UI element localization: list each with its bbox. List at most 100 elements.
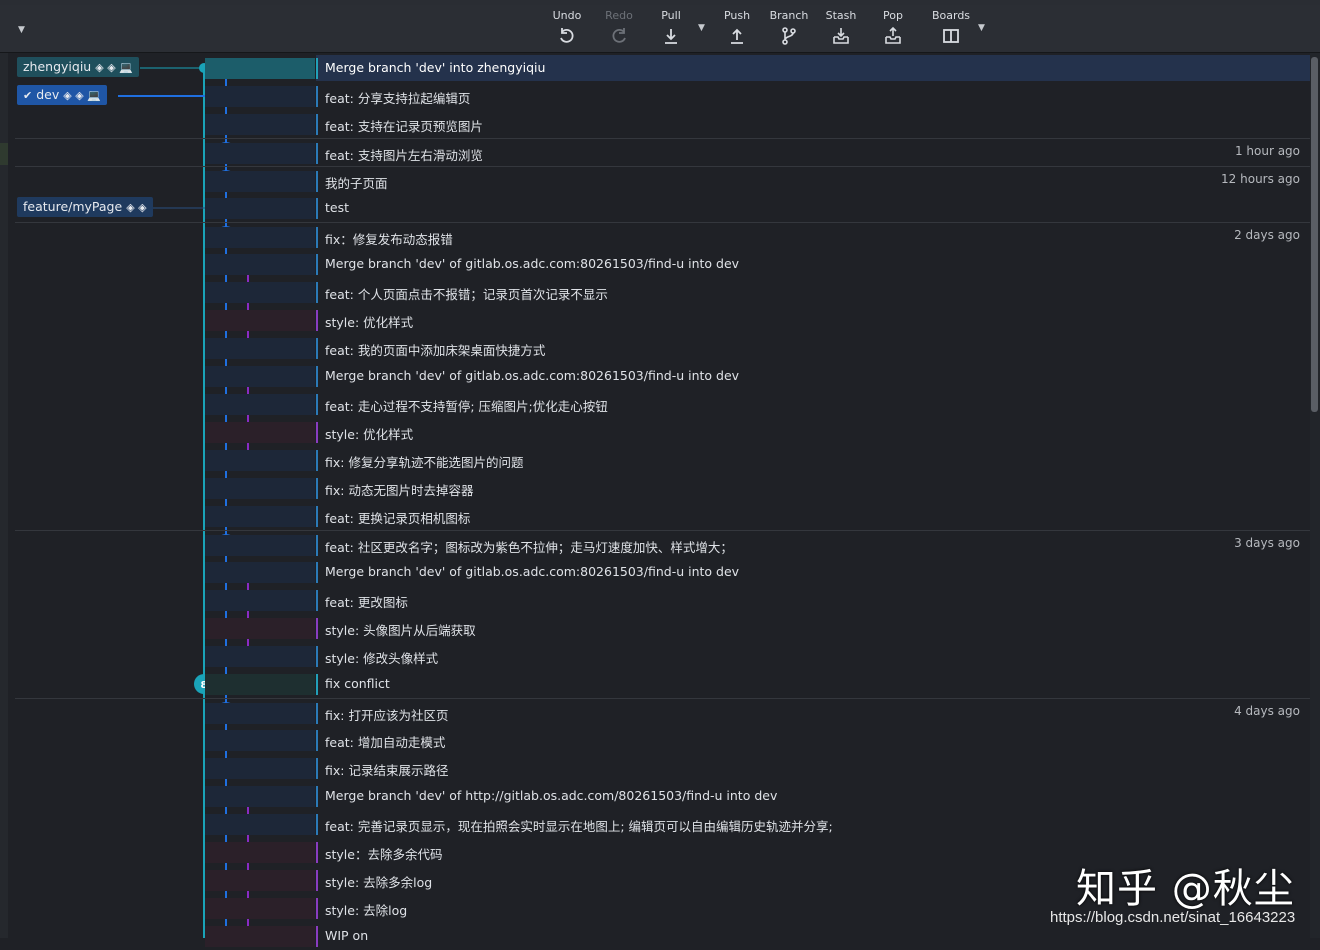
- commit-row[interactable]: fix: 打开应该为社区页 4 days ago: [15, 698, 1310, 727]
- commit-message-background: [316, 307, 1310, 333]
- push-button[interactable]: Push: [711, 9, 763, 51]
- commit-node-background: [205, 758, 315, 779]
- commit-message: feat: 支持在记录页预览图片: [325, 119, 483, 134]
- commit-row[interactable]: feat: 支持图片左右滑动浏览 1 hour ago: [15, 138, 1310, 167]
- commit-message: feat: 完善记录页显示，现在拍照会实时显示在地图上; 编辑页可以自由编辑历史…: [325, 819, 833, 834]
- commit-row[interactable]: fix conflict: [15, 670, 1310, 698]
- commit-row[interactable]: feat: 社区更改名字；图标改为紫色不拉伸；走马灯速度加快、样式增大； 3 da…: [15, 530, 1310, 559]
- commit-message: feat: 更改图标: [325, 595, 408, 610]
- commit-row[interactable]: fix：修复发布动态报错 2 days ago: [15, 222, 1310, 251]
- commit-row[interactable]: Merge branch 'dev' of gitlab.os.adc.com:…: [15, 362, 1310, 390]
- commit-message-background: [316, 727, 1310, 753]
- pop-button[interactable]: Pop: [867, 9, 919, 51]
- commit-message: test: [325, 200, 350, 215]
- commit-message: Merge branch 'dev' into zhengyiqiu: [325, 60, 546, 75]
- boards-button[interactable]: Boards: [925, 9, 977, 51]
- commit-message: style: 去除log: [325, 903, 408, 918]
- scrollbar-thumb[interactable]: [1311, 57, 1318, 412]
- commit-row[interactable]: feat: 增加自动走模式: [15, 726, 1310, 754]
- commit-row[interactable]: feat: 更改图标: [15, 586, 1310, 614]
- ref-feature-mypage[interactable]: feature/myPage ◈ ◈: [17, 197, 153, 217]
- commit-row[interactable]: fix: 记录结束展示路径: [15, 754, 1310, 782]
- commit-row[interactable]: fix: 动态无图片时去掉容器: [15, 474, 1310, 502]
- commit-node-background: [205, 703, 315, 724]
- commit-row[interactable]: style: 头像图片从后端获取: [15, 614, 1310, 642]
- commit-node-background: [205, 227, 315, 248]
- commit-row[interactable]: WIP on: [15, 922, 1310, 950]
- commit-node-background: [205, 310, 315, 331]
- commit-node-background: [205, 422, 315, 443]
- boards-options-caret-icon[interactable]: ▼: [978, 23, 988, 33]
- watermark-text: 知乎 @秋尘: [1076, 866, 1295, 912]
- commit-time: 1 hour ago: [1234, 144, 1300, 158]
- pop-label: Pop: [883, 9, 903, 22]
- ref-dev[interactable]: ✔ dev ◈ ◈ 💻: [17, 85, 107, 105]
- commit-row[interactable]: 我的子页面 12 hours ago: [15, 166, 1310, 195]
- commit-lane-indicator: [316, 58, 318, 79]
- commit-message: Merge branch 'dev' of gitlab.os.adc.com:…: [325, 368, 740, 383]
- branch-icon: [782, 27, 796, 45]
- commit-row[interactable]: feat: 支持在记录页预览图片: [15, 110, 1310, 138]
- commit-node-background: [205, 870, 315, 891]
- commit-row[interactable]: Merge branch 'dev' of gitlab.os.adc.com:…: [15, 558, 1310, 586]
- commit-row[interactable]: feat: 完善记录页显示，现在拍照会实时显示在地图上; 编辑页可以自由编辑历史…: [15, 810, 1310, 838]
- stash-icon: [833, 28, 849, 44]
- commit-row[interactable]: feat: 我的页面中添加床架桌面快捷方式: [15, 334, 1310, 362]
- commit-lane-indicator: [316, 646, 318, 667]
- commit-message-background: [316, 587, 1310, 613]
- remote-icon: ◈ ◈ 💻: [63, 89, 101, 102]
- commit-node-background: [205, 618, 315, 639]
- undo-button[interactable]: Undo: [541, 9, 593, 51]
- ref-zhengyiqiu[interactable]: zhengyiqiu ◈ ◈ 💻: [17, 57, 139, 77]
- commit-lane-indicator: [316, 338, 318, 359]
- commit-node-background: [205, 478, 315, 499]
- commit-message: feat: 增加自动走模式: [325, 735, 446, 750]
- commit-node-background: [205, 171, 315, 192]
- stash-label: Stash: [825, 9, 857, 22]
- pull-button[interactable]: Pull: [645, 9, 697, 51]
- branch-button[interactable]: Branch: [763, 9, 815, 51]
- commit-message-background: [316, 168, 1310, 194]
- push-icon: [731, 28, 743, 44]
- commit-time: 4 days ago: [1234, 704, 1300, 718]
- commit-lane-indicator: [316, 898, 318, 919]
- commit-lane-indicator: [316, 870, 318, 891]
- commit-message: style: 去除多余log: [325, 875, 433, 890]
- commit-row[interactable]: Merge branch 'dev' of gitlab.os.adc.com:…: [15, 250, 1310, 278]
- commit-message: WIP on: [325, 928, 369, 943]
- commit-row[interactable]: style: 修改头像样式: [15, 642, 1310, 670]
- commit-message: style: 优化样式: [325, 427, 414, 442]
- repo-dropdown-caret-icon[interactable]: ▼: [18, 25, 30, 37]
- undo-icon: [560, 28, 574, 43]
- commit-message: style：去除多余代码: [325, 847, 443, 862]
- commit-message: fix: 打开应该为社区页: [325, 708, 449, 723]
- commit-lane-indicator: [316, 171, 318, 192]
- commit-row[interactable]: test: [15, 194, 1310, 222]
- commit-lane-indicator: [316, 198, 318, 219]
- commit-row[interactable]: Merge branch 'dev' of http://gitlab.os.a…: [15, 782, 1310, 810]
- commit-row[interactable]: feat: 更换记录页相机图标: [15, 502, 1310, 530]
- commit-row[interactable]: feat: 走心过程不支持暂停; 压缩图片;优化走心按钮: [15, 390, 1310, 418]
- commit-message-background: [316, 755, 1310, 781]
- commit-message: fix：修复发布动态报错: [325, 232, 453, 247]
- redo-button[interactable]: Redo: [593, 9, 645, 51]
- commit-lane-indicator: [316, 394, 318, 415]
- commit-row[interactable]: feat: 个人页面点击不报错；记录页首次记录不显示: [15, 278, 1310, 306]
- commit-node-background: [205, 926, 315, 947]
- commit-graph: XX8UU8X8XX888XXX888XXXX88U Merge branch …: [0, 53, 1320, 947]
- pull-options-caret-icon[interactable]: ▼: [698, 23, 708, 33]
- commit-row[interactable]: style: 优化样式: [15, 418, 1310, 446]
- commit-row[interactable]: Merge branch 'dev' into zhengyiqiu: [15, 54, 1310, 82]
- commit-message: Merge branch 'dev' of gitlab.os.adc.com:…: [325, 564, 740, 579]
- ref-dev-label: dev: [36, 87, 60, 102]
- commit-node-background: [205, 58, 315, 79]
- watermark-url: https://blog.csdn.net/sinat_16643223: [1050, 909, 1296, 926]
- pull-label: Pull: [661, 9, 681, 22]
- commit-message-background: [316, 419, 1310, 445]
- commit-node-background: [205, 366, 315, 387]
- stash-button[interactable]: Stash: [815, 9, 867, 51]
- commit-row[interactable]: feat: 分享支持拉起编辑页: [15, 82, 1310, 110]
- commit-time: 2 days ago: [1234, 228, 1300, 242]
- commit-row[interactable]: fix: 修复分享轨迹不能选图片的问题: [15, 446, 1310, 474]
- commit-row[interactable]: style: 优化样式: [15, 306, 1310, 334]
